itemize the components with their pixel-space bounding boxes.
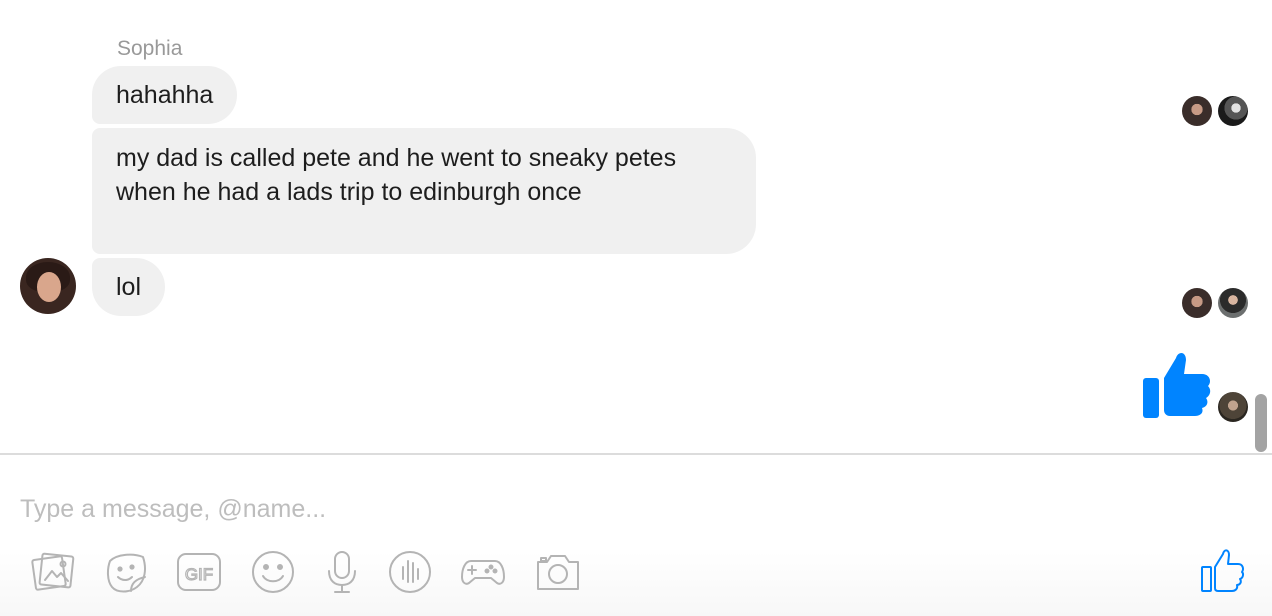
sender-avatar[interactable] — [20, 258, 76, 314]
scrollbar-thumb[interactable] — [1255, 394, 1267, 452]
game-controller-icon[interactable] — [460, 549, 506, 595]
read-receipt-avatar — [1182, 288, 1212, 318]
thumbs-up-icon — [1143, 352, 1211, 418]
image-icon[interactable] — [30, 549, 76, 595]
camera-icon[interactable] — [535, 549, 581, 595]
read-receipt-avatar — [1218, 392, 1248, 422]
message-bubble[interactable]: lol — [92, 258, 166, 316]
audio-clip-icon[interactable] — [387, 549, 433, 595]
composer: GIF — [0, 453, 1272, 616]
svg-text:GIF: GIF — [185, 565, 213, 584]
read-receipt-avatar — [1218, 288, 1248, 318]
gif-icon[interactable]: GIF — [176, 549, 222, 595]
send-like-button[interactable] — [1199, 547, 1245, 593]
emoji-icon[interactable] — [250, 549, 296, 595]
microphone-icon[interactable] — [319, 549, 365, 595]
message-bubble[interactable]: my dad is called pete and he went to sne… — [92, 128, 756, 254]
sender-name: Sophia — [117, 37, 183, 60]
message-input[interactable] — [20, 489, 1120, 529]
sticker-icon[interactable] — [103, 549, 149, 595]
read-receipt-avatar — [1218, 96, 1248, 126]
thumbs-up-icon — [1201, 549, 1245, 592]
message-bubble[interactable]: hahahha — [92, 66, 238, 124]
read-receipt-avatar — [1182, 96, 1212, 126]
message-thread: Sophia hahahha my dad is called pete and… — [0, 0, 1272, 453]
